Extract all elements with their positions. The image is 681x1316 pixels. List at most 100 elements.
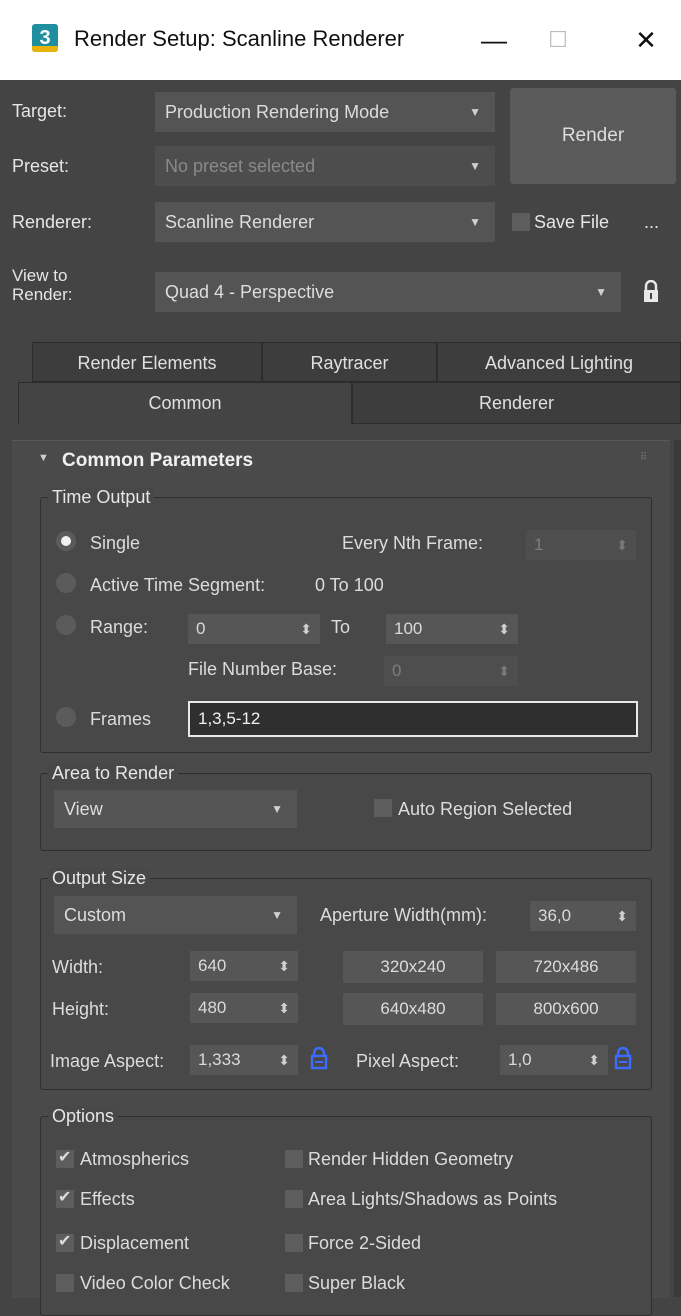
single-radio[interactable]	[56, 531, 76, 551]
image-aspect-lock-icon[interactable]	[310, 1046, 328, 1070]
atmospherics-checkbox[interactable]	[56, 1147, 74, 1168]
close-button[interactable]: ✕	[616, 18, 676, 62]
force-2-sided-label: Force 2-Sided	[308, 1233, 422, 1253]
area-to-render-dropdown[interactable]: View ▼	[54, 790, 297, 828]
chevron-down-icon: ▼	[271, 908, 283, 922]
auto-region-checkbox[interactable]	[374, 799, 392, 817]
spinner-arrows-icon[interactable]: ⬍	[616, 901, 628, 931]
chevron-down-icon: ▼	[469, 215, 481, 229]
tab-raytracer[interactable]: Raytracer	[262, 342, 437, 382]
video-color-check-checkbox[interactable]	[56, 1274, 74, 1292]
range-radio[interactable]	[56, 615, 76, 635]
save-file-checkbox[interactable]	[512, 213, 530, 231]
more-button[interactable]: ...	[644, 212, 659, 233]
width-label: Width:	[52, 957, 104, 977]
view-value: Quad 4 - Perspective	[165, 282, 335, 302]
every-nth-label: Every Nth Frame:	[342, 533, 484, 553]
aperture-spinner[interactable]: 36,0 ⬍	[530, 901, 636, 931]
renderer-dropdown[interactable]: Scanline Renderer ▼	[155, 202, 495, 242]
tab-advanced-lighting[interactable]: Advanced Lighting	[437, 342, 681, 382]
pixel-aspect-lock-icon[interactable]	[614, 1046, 632, 1070]
single-label: Single	[90, 533, 141, 553]
file-number-base-spinner[interactable]: 0 ⬍	[384, 656, 518, 686]
aperture-label: Aperture Width(mm):	[320, 905, 488, 925]
area-lights-label: Area Lights/Shadows as Points	[308, 1189, 558, 1209]
spinner-arrows-icon[interactable]: ⬍	[616, 530, 628, 560]
spinner-arrows-icon[interactable]: ⬍	[278, 951, 290, 981]
target-label: Target:	[12, 101, 68, 121]
range-from-value: 0	[196, 619, 206, 638]
spinner-arrows-icon[interactable]: ⬍	[300, 614, 312, 644]
aperture-value: 36,0	[538, 906, 572, 925]
title-bar: 3 Render Setup: Scanline Renderer — ☐ ✕	[0, 0, 681, 80]
output-size-dropdown[interactable]: Custom ▼	[54, 896, 297, 934]
tab-renderer[interactable]: Renderer	[352, 382, 681, 424]
frames-label: Frames	[90, 709, 152, 729]
spinner-arrows-icon[interactable]: ⬍	[588, 1045, 600, 1075]
view-to-render-dropdown[interactable]: Quad 4 - Perspective ▼	[155, 272, 621, 312]
frames-input[interactable]: 1,3,5-12	[188, 701, 638, 737]
active-segment-value: 0 To 100	[315, 575, 384, 595]
view-label-line2: Render:	[12, 285, 73, 304]
rollout-title[interactable]: Common Parameters	[62, 450, 253, 472]
preset-dropdown[interactable]: No preset selected ▼	[155, 146, 495, 186]
collapse-icon[interactable]: ▼	[38, 452, 49, 464]
file-number-base-value: 0	[392, 661, 402, 680]
options-title: Options	[48, 1106, 119, 1127]
file-number-base-label: File Number Base:	[188, 659, 338, 679]
tab-render-elements[interactable]: Render Elements	[32, 342, 262, 382]
width-value: 640	[198, 956, 227, 975]
effects-checkbox[interactable]	[56, 1187, 74, 1208]
minimize-button[interactable]: —	[464, 18, 524, 62]
drag-handle-icon[interactable]: ⠿	[640, 452, 647, 463]
render-hidden-geometry-checkbox[interactable]	[285, 1150, 303, 1168]
scrollbar[interactable]	[674, 440, 681, 1297]
image-aspect-spinner[interactable]: 1,333 ⬍	[190, 1045, 298, 1075]
every-nth-spinner[interactable]: 1 ⬍	[526, 530, 636, 560]
spinner-arrows-icon[interactable]: ⬍	[278, 1045, 290, 1075]
target-value: Production Rendering Mode	[165, 102, 390, 122]
preset-640x480-button[interactable]: 640x480	[343, 993, 483, 1025]
tab-common[interactable]: Common	[18, 382, 352, 424]
window-title: Render Setup: Scanline Renderer	[74, 26, 405, 51]
save-file-label: Save File	[534, 212, 610, 232]
range-from-spinner[interactable]: 0 ⬍	[188, 614, 320, 644]
active-segment-label: Active Time Segment:	[90, 575, 266, 595]
active-segment-radio[interactable]	[56, 573, 76, 593]
force-2-sided-checkbox[interactable]	[285, 1234, 303, 1252]
render-button[interactable]: Render	[510, 88, 676, 184]
super-black-checkbox[interactable]	[285, 1274, 303, 1292]
lock-icon[interactable]	[642, 280, 660, 304]
frames-radio[interactable]	[56, 707, 76, 727]
preset-320x240-button[interactable]: 320x240	[343, 951, 483, 983]
preset-800x600-button[interactable]: 800x600	[496, 993, 636, 1025]
atmospherics-label: Atmospherics	[80, 1149, 190, 1169]
output-size-title: Output Size	[48, 868, 151, 889]
view-to-render-label: View to Render:	[12, 266, 72, 304]
video-color-check-label: Video Color Check	[80, 1273, 230, 1293]
effects-label: Effects	[80, 1189, 135, 1209]
displacement-checkbox[interactable]	[56, 1231, 74, 1252]
area-value: View	[64, 799, 103, 819]
target-dropdown[interactable]: Production Rendering Mode ▼	[155, 92, 495, 132]
height-spinner[interactable]: 480 ⬍	[190, 993, 298, 1023]
width-spinner[interactable]: 640 ⬍	[190, 951, 298, 981]
range-label: Range:	[90, 617, 149, 637]
spinner-arrows-icon[interactable]: ⬍	[498, 614, 510, 644]
spinner-arrows-icon[interactable]: ⬍	[278, 993, 290, 1023]
super-black-label: Super Black	[308, 1273, 406, 1293]
view-label-line1: View to	[12, 266, 68, 285]
height-value: 480	[198, 998, 227, 1017]
image-aspect-value: 1,333	[198, 1050, 241, 1069]
pixel-aspect-label: Pixel Aspect:	[356, 1051, 460, 1071]
spinner-arrows-icon[interactable]: ⬍	[498, 656, 510, 686]
area-lights-checkbox[interactable]	[285, 1190, 303, 1208]
pixel-aspect-spinner[interactable]: 1,0 ⬍	[500, 1045, 608, 1075]
chevron-down-icon: ▼	[271, 802, 283, 816]
range-to-value: 100	[394, 619, 423, 638]
range-to-spinner[interactable]: 100 ⬍	[386, 614, 518, 644]
displacement-label: Displacement	[80, 1233, 190, 1253]
maximize-button[interactable]: ☐	[528, 18, 588, 62]
output-size-value: Custom	[64, 905, 127, 925]
preset-720x486-button[interactable]: 720x486	[496, 951, 636, 983]
